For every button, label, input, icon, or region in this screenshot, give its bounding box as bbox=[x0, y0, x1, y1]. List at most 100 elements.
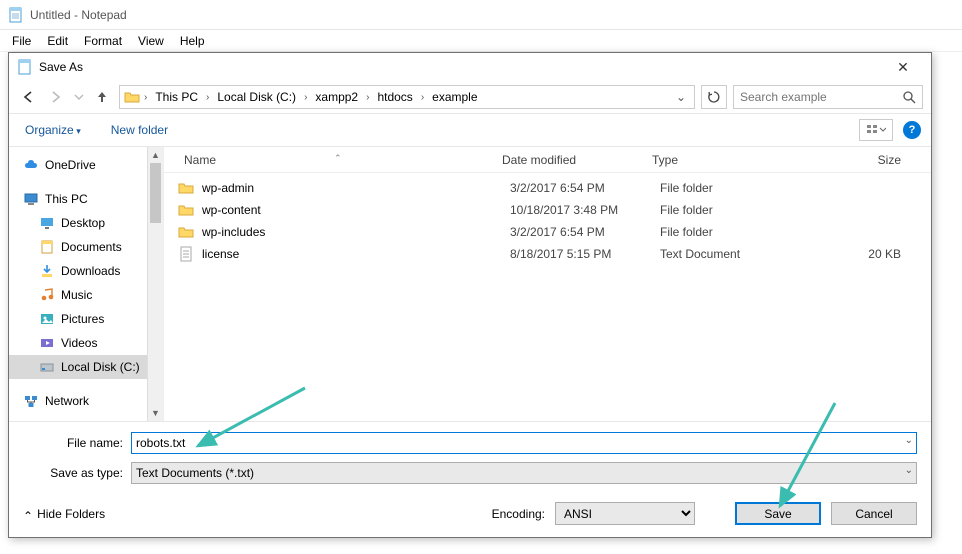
tree-item[interactable]: Network bbox=[9, 389, 147, 413]
file-size: 20 KB bbox=[810, 247, 931, 261]
cancel-button[interactable]: Cancel bbox=[831, 502, 917, 525]
tree-scrollbar[interactable]: ▲ ▼ bbox=[147, 147, 163, 421]
menu-edit[interactable]: Edit bbox=[41, 32, 74, 50]
col-name[interactable]: Name⌃ bbox=[164, 153, 494, 167]
sort-indicator-icon: ⌃ bbox=[334, 153, 342, 164]
refresh-button[interactable] bbox=[701, 85, 727, 109]
save-as-dialog: Save As ✕ › This PC › Local Disk (C:) › … bbox=[8, 52, 932, 538]
chevron-right-icon[interactable]: › bbox=[364, 92, 371, 103]
crumb-xampp2[interactable]: xampp2 bbox=[311, 90, 362, 104]
col-type[interactable]: Type bbox=[644, 153, 794, 167]
view-options-button[interactable] bbox=[859, 119, 893, 141]
folder-icon bbox=[124, 89, 140, 105]
notepad-icon bbox=[8, 7, 24, 23]
file-date: 3/2/2017 6:54 PM bbox=[510, 225, 660, 239]
up-button[interactable] bbox=[91, 86, 113, 108]
crumb-htdocs[interactable]: htdocs bbox=[373, 90, 416, 104]
toolbar: Organize New folder ? bbox=[9, 113, 931, 147]
file-name: wp-admin bbox=[202, 181, 510, 195]
tree-item[interactable]: Music bbox=[9, 283, 147, 307]
nav-tree: OneDrive This PC Desktop Documents Downloads… bbox=[9, 147, 164, 421]
tree-item-label: Music bbox=[61, 288, 92, 302]
file-type: File folder bbox=[660, 203, 810, 217]
crumb-disk[interactable]: Local Disk (C:) bbox=[213, 90, 300, 104]
save-button[interactable]: Save bbox=[735, 502, 821, 525]
tree-item[interactable]: Downloads bbox=[9, 259, 147, 283]
recent-dropdown[interactable] bbox=[73, 86, 85, 108]
dialog-titlebar: Save As ✕ bbox=[9, 53, 931, 81]
hide-folders-button[interactable]: Hide Folders bbox=[23, 507, 105, 521]
dialog-title: Save As bbox=[39, 60, 883, 74]
file-name: wp-includes bbox=[202, 225, 510, 239]
crumb-example[interactable]: example bbox=[428, 90, 481, 104]
file-row[interactable]: wp-includes3/2/2017 6:54 PMFile folder bbox=[164, 221, 931, 243]
help-button[interactable]: ? bbox=[903, 121, 921, 139]
pc-icon bbox=[23, 191, 39, 207]
tree-item-label: OneDrive bbox=[45, 158, 96, 172]
file-name: license bbox=[202, 247, 510, 261]
txt-icon bbox=[178, 246, 194, 262]
tree-item[interactable]: Videos bbox=[9, 331, 147, 355]
saveastype-dropdown[interactable] bbox=[131, 462, 917, 484]
tree-item[interactable]: Documents bbox=[9, 235, 147, 259]
file-name: wp-content bbox=[202, 203, 510, 217]
search-box[interactable] bbox=[733, 85, 923, 109]
organize-button[interactable]: Organize bbox=[19, 119, 87, 141]
address-dropdown-icon[interactable]: ⌄ bbox=[672, 90, 690, 104]
dialog-footer: Hide Folders Encoding: ANSI Save Cancel bbox=[9, 492, 931, 537]
encoding-label: Encoding: bbox=[492, 507, 545, 521]
file-row[interactable]: license8/18/2017 5:15 PMText Document20 … bbox=[164, 243, 931, 265]
disk-icon bbox=[39, 359, 55, 375]
folder-icon bbox=[178, 202, 194, 218]
scroll-thumb[interactable] bbox=[150, 163, 161, 223]
file-list: Name⌃ Date modified Type Size wp-admin3/… bbox=[164, 147, 931, 421]
docs-icon bbox=[39, 239, 55, 255]
desktop-icon bbox=[39, 215, 55, 231]
col-date[interactable]: Date modified bbox=[494, 153, 644, 167]
close-icon[interactable]: ✕ bbox=[883, 53, 923, 81]
tree-item-label: Pictures bbox=[61, 312, 104, 326]
cloud-icon bbox=[23, 157, 39, 173]
tree-item[interactable]: OneDrive bbox=[9, 153, 147, 177]
chevron-right-icon[interactable]: › bbox=[142, 92, 149, 103]
back-button[interactable] bbox=[17, 86, 39, 108]
filename-label: File name: bbox=[23, 436, 131, 450]
folder-icon bbox=[178, 180, 194, 196]
filename-input[interactable] bbox=[131, 432, 917, 454]
forward-button[interactable] bbox=[45, 86, 67, 108]
chevron-right-icon[interactable]: › bbox=[302, 92, 309, 103]
notepad-title: Untitled - Notepad bbox=[30, 8, 127, 22]
new-folder-button[interactable]: New folder bbox=[105, 119, 174, 141]
col-size[interactable]: Size bbox=[794, 153, 931, 167]
menu-help[interactable]: Help bbox=[174, 32, 211, 50]
file-type: File folder bbox=[660, 181, 810, 195]
encoding-dropdown[interactable]: ANSI bbox=[555, 502, 695, 525]
chevron-right-icon[interactable]: › bbox=[204, 92, 211, 103]
tree-item-label: Videos bbox=[61, 336, 97, 350]
tree-item-label: Desktop bbox=[61, 216, 105, 230]
file-row[interactable]: wp-content10/18/2017 3:48 PMFile folder bbox=[164, 199, 931, 221]
menu-format[interactable]: Format bbox=[78, 32, 128, 50]
menu-view[interactable]: View bbox=[132, 32, 170, 50]
menu-file[interactable]: File bbox=[6, 32, 37, 50]
tree-item[interactable]: Pictures bbox=[9, 307, 147, 331]
chevron-right-icon[interactable]: › bbox=[419, 92, 426, 103]
file-row[interactable]: wp-admin3/2/2017 6:54 PMFile folder bbox=[164, 177, 931, 199]
tree-item-label: Local Disk (C:) bbox=[61, 360, 140, 374]
tree-item-label: This PC bbox=[45, 192, 88, 206]
tree-item-label: Downloads bbox=[61, 264, 120, 278]
file-date: 8/18/2017 5:15 PM bbox=[510, 247, 660, 261]
search-input[interactable] bbox=[740, 90, 916, 104]
network-icon bbox=[23, 393, 39, 409]
tree-item[interactable]: Local Disk (C:) bbox=[9, 355, 147, 379]
file-type: File folder bbox=[660, 225, 810, 239]
filename-area: File name: ⌄ Save as type: ⌄ bbox=[9, 422, 931, 492]
crumb-thispc[interactable]: This PC bbox=[151, 90, 202, 104]
videos-icon bbox=[39, 335, 55, 351]
scroll-down-icon[interactable]: ▼ bbox=[148, 405, 163, 421]
tree-item[interactable]: This PC bbox=[9, 187, 147, 211]
tree-item[interactable]: Desktop bbox=[9, 211, 147, 235]
scroll-up-icon[interactable]: ▲ bbox=[148, 147, 163, 163]
address-bar[interactable]: › This PC › Local Disk (C:) › xampp2 › h… bbox=[119, 85, 695, 109]
downloads-icon bbox=[39, 263, 55, 279]
